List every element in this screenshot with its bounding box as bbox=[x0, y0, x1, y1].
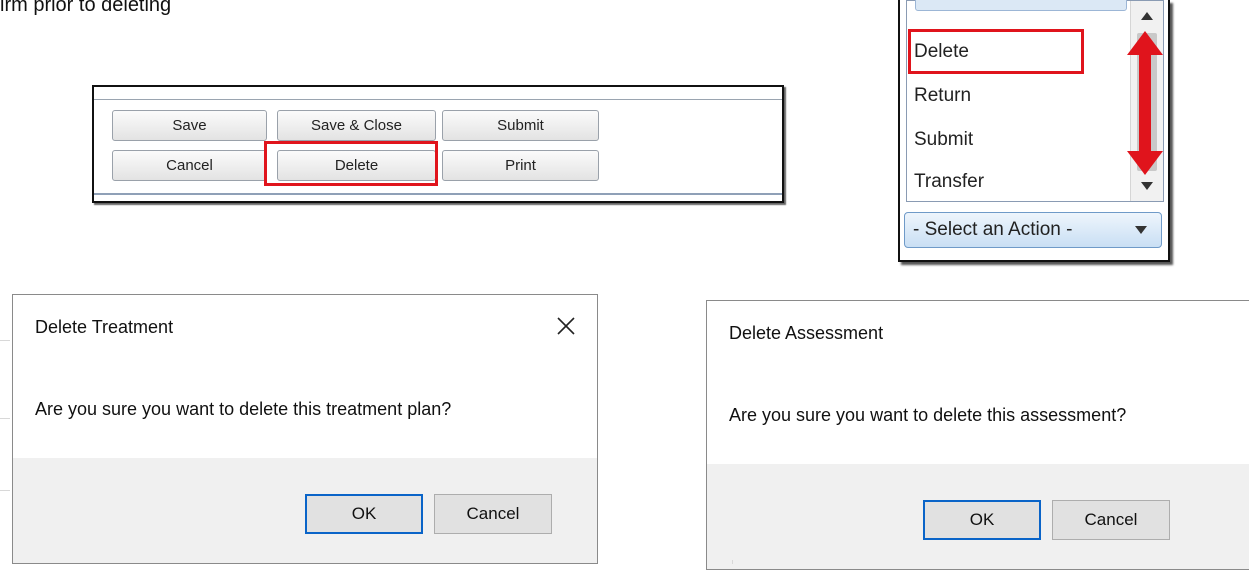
scroll-thumb[interactable] bbox=[1137, 33, 1157, 171]
dropdown-scrollbar[interactable] bbox=[1130, 1, 1163, 201]
ok-button[interactable]: OK bbox=[305, 494, 423, 534]
action-dropdown-panel: Delete Return Submit Transfer - Select a… bbox=[898, 0, 1170, 262]
submit-button[interactable]: Submit bbox=[442, 110, 599, 141]
panel-top-rule bbox=[94, 99, 782, 100]
dialog-title: Delete Assessment bbox=[729, 323, 884, 343]
background-line bbox=[0, 418, 10, 419]
cancel-button[interactable]: Cancel bbox=[434, 494, 552, 534]
close-icon[interactable] bbox=[553, 313, 579, 339]
action-options-list: Delete Return Submit Transfer bbox=[906, 0, 1164, 202]
scroll-down-icon[interactable] bbox=[1131, 173, 1163, 199]
delete-button[interactable]: Delete bbox=[277, 150, 436, 181]
cancel-button[interactable]: Cancel bbox=[112, 150, 267, 181]
dialog-button-bar: OK Cancel bbox=[13, 458, 597, 563]
background-line bbox=[0, 490, 10, 491]
select-action-label: - Select an Action - bbox=[913, 219, 1073, 240]
select-action-dropdown[interactable]: - Select an Action - bbox=[904, 212, 1162, 248]
form-button-panel: Save Save & Close Submit Cancel Delete P… bbox=[92, 85, 784, 203]
option-delete[interactable]: Delete bbox=[911, 33, 1131, 71]
dialog-message: Are you sure you want to delete this ass… bbox=[729, 405, 1127, 425]
delete-treatment-dialog: Delete Treatment Are you sure you want t… bbox=[12, 294, 598, 564]
clipped-list-item bbox=[915, 0, 1127, 11]
option-submit[interactable]: Submit bbox=[911, 121, 1131, 159]
delete-assessment-dialog: Delete Assessment Are you sure you want … bbox=[706, 300, 1249, 570]
option-transfer[interactable]: Transfer bbox=[911, 163, 1131, 201]
scroll-up-icon[interactable] bbox=[1131, 3, 1163, 29]
panel-bottom-rule bbox=[94, 193, 782, 195]
dialog-title: Delete Treatment bbox=[35, 317, 174, 337]
ok-button[interactable]: OK bbox=[923, 500, 1041, 540]
option-return[interactable]: Return bbox=[911, 77, 1131, 115]
save-close-button[interactable]: Save & Close bbox=[277, 110, 436, 141]
dropdown-caret-icon bbox=[1135, 226, 1147, 234]
dialog-button-bar: OK Cancel bbox=[707, 464, 1249, 569]
save-button[interactable]: Save bbox=[112, 110, 267, 141]
background-line bbox=[0, 340, 10, 341]
background-line bbox=[732, 560, 733, 564]
intro-text: irm prior to deleting bbox=[0, 0, 172, 16]
dialog-message: Are you sure you want to delete this tre… bbox=[35, 399, 452, 419]
print-button[interactable]: Print bbox=[442, 150, 599, 181]
cancel-button[interactable]: Cancel bbox=[1052, 500, 1170, 540]
